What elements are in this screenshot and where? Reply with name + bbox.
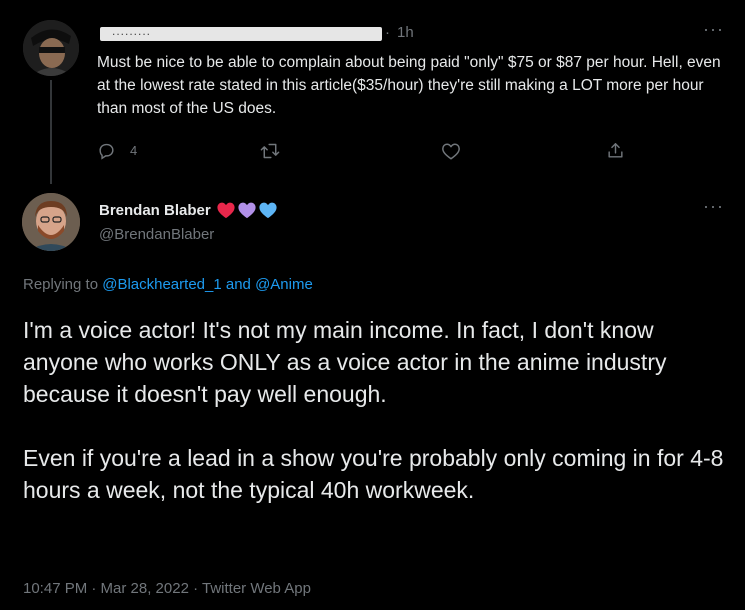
tweet-text: I'm a voice actor! It's not my main inco… (23, 314, 735, 506)
avatar[interactable] (23, 20, 79, 76)
avatar[interactable] (22, 193, 80, 251)
tweet-text: Must be nice to be able to complain abou… (97, 54, 721, 117)
retweet-icon (260, 143, 280, 159)
retweet-button[interactable] (260, 142, 280, 160)
display-name-row[interactable]: Brendan Blaber (99, 201, 278, 219)
share-button[interactable] (606, 141, 625, 160)
redacted-mark: ......... (112, 24, 152, 38)
more-icon[interactable]: ··· (703, 20, 724, 38)
reply-button[interactable]: 4 (97, 141, 137, 160)
user-handle[interactable]: @BrendanBlaber (99, 226, 214, 243)
thread-line (50, 80, 52, 184)
mention-link[interactable]: @Blackhearted_1 (102, 276, 221, 293)
reply-count: 4 (130, 143, 138, 158)
mention-link[interactable]: @Anime (255, 276, 313, 293)
tweet-paragraph: I'm a voice actor! It's not my main inco… (23, 317, 667, 407)
avatar-image (22, 193, 80, 251)
purple-heart-icon (238, 202, 256, 219)
replying-prefix: Replying to (23, 276, 99, 293)
reply-icon (99, 143, 114, 160)
heart-icon (442, 143, 460, 160)
tweet-paragraph: Even if you're a lead in a show you're p… (23, 445, 724, 503)
share-icon (608, 143, 623, 158)
avatar-image (23, 20, 79, 76)
heart-emojis (216, 201, 278, 219)
tweet-timestamp[interactable]: 10:47 PM · Mar 28, 2022 · Twitter Web Ap… (23, 580, 311, 597)
blue-heart-icon (259, 202, 277, 219)
tweet-time[interactable]: 1h (397, 24, 414, 41)
replying-and[interactable]: and (226, 276, 251, 293)
like-button[interactable] (441, 142, 461, 160)
red-heart-icon (217, 202, 235, 219)
display-name[interactable]: Brendan Blaber (99, 202, 211, 219)
replying-to: Replying to @Blackhearted_1 and @Anime (23, 276, 313, 293)
more-icon[interactable]: ··· (703, 197, 724, 215)
separator: · (385, 24, 390, 41)
